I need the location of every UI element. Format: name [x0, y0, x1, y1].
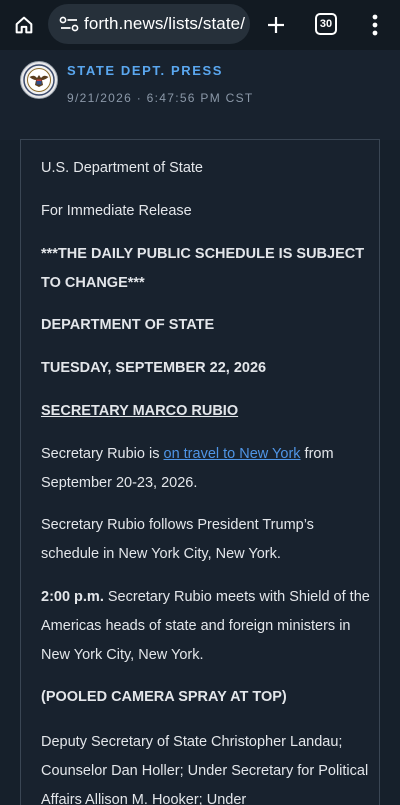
- state-seal-icon: [23, 64, 55, 96]
- department-heading: DEPARTMENT OF STATE: [41, 317, 215, 333]
- date-heading: TUESDAY, SEPTEMBER 22, 2026: [41, 360, 267, 376]
- author-name[interactable]: STATE DEPT. PRESS: [67, 63, 223, 78]
- travel-link[interactable]: on travel to New York: [164, 446, 301, 462]
- more-options-button[interactable]: [366, 11, 384, 39]
- new-tab-button[interactable]: [262, 11, 290, 39]
- press-release-card: U.S. Department of State For Immediate R…: [20, 139, 380, 805]
- follows-paragraph: Secretary Rubio follows President Trump’…: [41, 517, 314, 562]
- travel-paragraph: Secretary Rubio is on travel to New York…: [41, 440, 371, 498]
- plus-icon: [268, 17, 284, 33]
- browser-toolbar: forth.news/lists/state/ 30: [0, 0, 400, 50]
- travel-text-before: Secretary Rubio is: [41, 446, 164, 462]
- secretary-heading: SECRETARY MARCO RUBIO: [41, 403, 239, 419]
- deputy-paragraph: Deputy Secretary of State Christopher La…: [41, 734, 369, 805]
- department-line: U.S. Department of State: [41, 160, 203, 176]
- site-settings-button[interactable]: [56, 16, 82, 32]
- home-icon: [15, 16, 33, 34]
- url-text[interactable]: forth.news/lists/state/: [84, 14, 245, 34]
- home-button[interactable]: [10, 11, 38, 39]
- site-settings-icon: [59, 16, 79, 32]
- meeting-paragraph: 2:00 p.m. Secretary Rubio meets with Shi…: [41, 583, 371, 670]
- pooled-note: (POOLED CAMERA SPRAY AT TOP): [41, 689, 287, 705]
- post-timestamp: 9/21/2026 · 6:47:56 PM CST: [67, 91, 254, 105]
- schedule-notice: ***THE DAILY PUBLIC SCHEDULE IS SUBJECT …: [41, 246, 365, 291]
- tab-switcher-button[interactable]: 30: [315, 13, 337, 35]
- address-bar[interactable]: forth.news/lists/state/: [48, 4, 250, 44]
- release-line: For Immediate Release: [41, 203, 192, 219]
- meeting-time: 2:00 p.m.: [41, 589, 104, 605]
- tab-count: 30: [319, 18, 333, 30]
- author-avatar[interactable]: [20, 61, 58, 99]
- more-vert-icon: [372, 14, 378, 36]
